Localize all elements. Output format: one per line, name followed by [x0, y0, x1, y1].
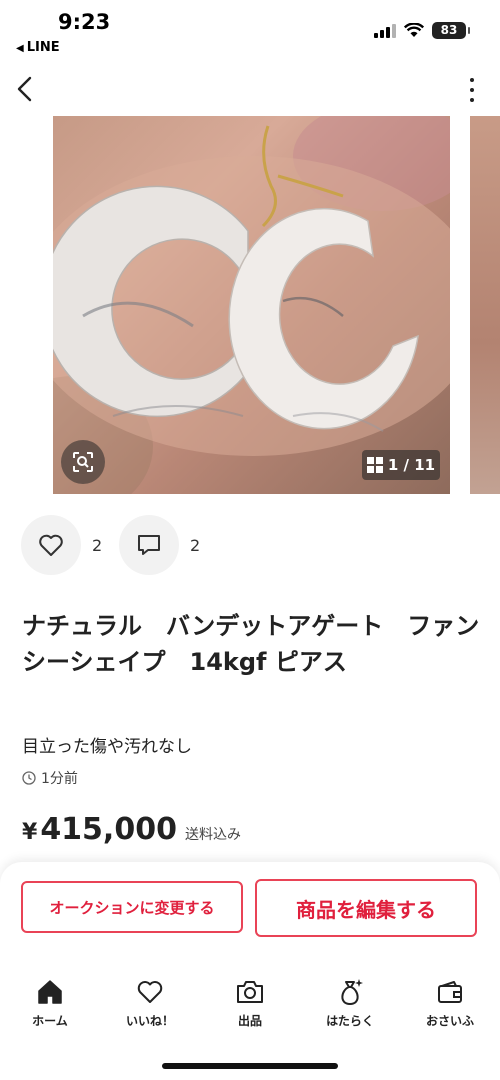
more-menu-button[interactable] — [466, 78, 478, 102]
home-indicator — [162, 1063, 338, 1069]
item-title: ナチュラル バンデットアゲート ファンシーシェイプ 14kgf ピアス — [22, 612, 480, 676]
tab-label: はたらく — [326, 1014, 374, 1028]
back-app-label: LINE — [26, 40, 60, 55]
photo-carousel[interactable]: 1 / 11 — [0, 116, 500, 494]
image-search-button[interactable] — [61, 440, 105, 484]
heart-icon — [137, 981, 163, 1003]
scan-icon — [73, 452, 93, 472]
home-icon — [38, 980, 62, 1004]
tab-work[interactable]: はたらく — [300, 976, 400, 1036]
comment-count: 2 — [190, 536, 201, 555]
tab-sell[interactable]: 出品 — [200, 976, 300, 1036]
heart-icon — [39, 534, 63, 556]
status-bar: 9:23 ◀ LINE 83 — [0, 0, 500, 60]
wifi-icon — [404, 23, 424, 37]
tab-label: おさいふ — [425, 1014, 474, 1028]
listed-time: 1分前 — [22, 768, 78, 788]
back-triangle-icon: ◀ — [16, 43, 24, 54]
tab-likes[interactable]: いいね！ — [100, 976, 200, 1036]
price-currency: ¥ — [22, 820, 38, 845]
money-bag-icon — [341, 979, 363, 1006]
clock-icon — [22, 771, 36, 785]
price-value: 415,000 — [40, 812, 177, 847]
chevron-left-icon — [17, 76, 32, 102]
tab-label: 出品 — [237, 1014, 262, 1028]
comment-icon — [138, 535, 160, 555]
battery-indicator: 83 — [432, 22, 470, 39]
edit-item-button[interactable]: 商品を編集する — [255, 879, 477, 937]
like-button[interactable] — [21, 515, 81, 575]
item-condition: 目立った傷や汚れなし — [22, 737, 192, 757]
menu-dot — [470, 88, 474, 92]
grid-icon — [366, 457, 383, 473]
item-header — [0, 64, 500, 112]
tab-bar: ホーム いいね！ 出品 はたらく おさいふ — [0, 976, 500, 1036]
status-icons: 83 — [374, 22, 470, 39]
earrings-illustration — [53, 116, 450, 494]
tab-home[interactable]: ホーム — [0, 976, 100, 1036]
wallet-icon — [438, 981, 462, 1003]
tab-label: ホーム — [32, 1014, 68, 1028]
cellular-signal-icon — [374, 23, 396, 38]
menu-dot — [470, 78, 474, 82]
listed-time-text: 1分前 — [41, 771, 78, 787]
product-photo[interactable] — [53, 116, 450, 494]
tab-wallet[interactable]: おさいふ — [400, 976, 500, 1036]
back-to-app-link[interactable]: ◀ LINE — [16, 40, 60, 55]
photo-counter-text: 1 / 11 — [387, 456, 436, 474]
status-time: 9:23 — [58, 10, 111, 34]
change-to-auction-button[interactable]: オークションに変更する — [21, 881, 243, 933]
tab-label: いいね！ — [125, 1014, 174, 1028]
bottom-action-panel: オークションに変更する 商品を編集する — [0, 862, 500, 1080]
like-count: 2 — [92, 536, 103, 555]
camera-icon — [237, 981, 263, 1003]
menu-dot — [470, 98, 474, 102]
back-button[interactable] — [10, 70, 44, 106]
comment-button[interactable] — [119, 515, 179, 575]
next-photo-preview[interactable] — [470, 116, 500, 494]
shipping-note: 送料込み — [184, 827, 241, 843]
item-price: ¥ 415,000 送料込み — [22, 812, 241, 847]
photo-counter[interactable]: 1 / 11 — [362, 450, 440, 480]
